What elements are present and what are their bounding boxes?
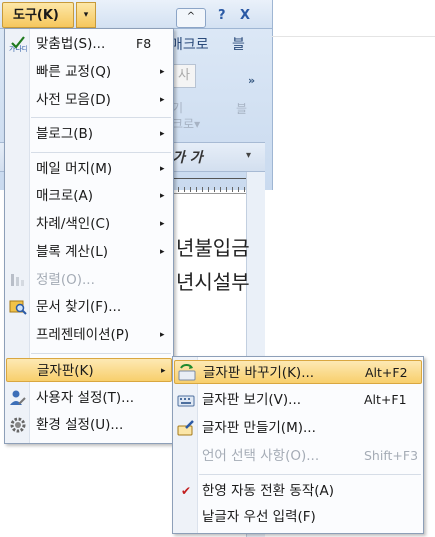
- font-style-buttons[interactable]: 가 가: [172, 147, 203, 167]
- menu-item-shortcut: F8: [136, 36, 152, 51]
- submenu-arrow-icon: ▸: [160, 164, 165, 174]
- menu-item-label: 환경 설정(U)...: [36, 417, 124, 433]
- keyboard-switch-icon: [178, 364, 196, 382]
- keyboard-layout-submenu: 글자판 바꾸기(K)... Alt+F2 글자판 보기(V)... Alt+F1…: [172, 356, 424, 534]
- menu-item-label: 매크로(A): [36, 188, 94, 204]
- menu-separator: [31, 353, 171, 354]
- menu-item-user-settings[interactable]: 사용자 설정(T)...: [6, 386, 172, 410]
- user-settings-icon: [9, 389, 27, 407]
- submenu-item-label: 글자판 만들기(M)...: [202, 420, 316, 436]
- menu-item-preferences[interactable]: 환경 설정(U)...: [6, 413, 172, 437]
- toolbar-overflow-icon[interactable]: ▾: [246, 150, 251, 161]
- menu-item-quick-correct[interactable]: 빠른 교정(Q) ▸: [6, 60, 172, 84]
- submenu-item-label: 글자판 바꾸기(K)...: [203, 365, 315, 381]
- sort-icon: [9, 271, 27, 289]
- close-button[interactable]: X: [240, 8, 250, 23]
- menu-item-toc-index[interactable]: 차례/색인(C) ▸: [6, 212, 172, 236]
- submenu-item-shortcut: Alt+F2: [365, 365, 408, 380]
- menu-item-label: 차례/색인(C): [36, 216, 111, 232]
- menu-item-label: 블록 계산(L): [36, 244, 109, 260]
- submenu-arrow-icon: ▸: [160, 95, 165, 105]
- menu-separator: [31, 152, 171, 153]
- chevron-down-icon: ▾: [83, 10, 89, 20]
- chevron-up-icon: ^: [186, 11, 196, 22]
- submenu-item-shortcut: Alt+F1: [364, 392, 407, 407]
- ribbon-side-dim-label: 블: [236, 102, 248, 116]
- menu-item-block-calc[interactable]: 블록 계산(L) ▸: [6, 240, 172, 264]
- tools-dropdown-button[interactable]: ▾: [76, 2, 96, 28]
- submenu-item-language-options: 언어 선택 사항(O)... Shift+F3: [174, 444, 422, 468]
- menu-item-label: 프레젠테이션(P): [36, 327, 130, 343]
- macro-disabled-label: 기 크로▾: [172, 100, 200, 132]
- submenu-arrow-icon: ▸: [160, 219, 165, 229]
- submenu-item-label: 한영 자동 전환 동작(A): [202, 483, 335, 499]
- menu-item-label: 맞춤법(S)...: [36, 36, 106, 52]
- menu-item-label: 빠른 교정(Q): [36, 64, 112, 80]
- find-document-icon: [9, 298, 27, 316]
- submenu-arrow-icon: ▸: [160, 330, 165, 340]
- submenu-item-label: 글자판 보기(V)...: [202, 392, 302, 408]
- macro-icon[interactable]: 사: [172, 64, 196, 88]
- macro-dim-line: 기: [172, 101, 184, 115]
- tools-dropdown-menu: 가나다 맞춤법(S)... F8 빠른 교정(Q) ▸ 사전 모음(D) ▸ 블…: [4, 28, 174, 444]
- submenu-arrow-icon: ▸: [161, 366, 166, 376]
- help-button[interactable]: ?: [218, 8, 226, 23]
- submenu-arrow-icon: ▸: [160, 191, 165, 201]
- menu-item-sort: 정렬(O)...: [6, 268, 172, 292]
- menu-item-label: 블로그(B): [36, 126, 94, 142]
- menu-item-dictionary[interactable]: 사전 모음(D) ▸: [6, 88, 172, 112]
- keyboard-edit-icon: [177, 419, 195, 437]
- ribbon-expand-icon[interactable]: »: [248, 74, 255, 87]
- menu-item-keyboard-layout[interactable]: 글자판(K) ▸: [6, 358, 172, 382]
- submenu-item-auto-switch[interactable]: ✔ 한영 자동 전환 동작(A): [174, 479, 422, 503]
- submenu-item-view-layout[interactable]: 글자판 보기(V)... Alt+F1: [174, 388, 422, 412]
- menu-item-macro[interactable]: 매크로(A) ▸: [6, 184, 172, 208]
- submenu-item-change-layout[interactable]: 글자판 바꾸기(K)... Alt+F2: [174, 360, 422, 384]
- menu-item-mail-merge[interactable]: 메일 머지(M) ▸: [6, 157, 172, 181]
- keyboard-icon: [177, 391, 195, 409]
- checkmark-icon: ✔: [180, 484, 192, 498]
- menu-item-spellcheck[interactable]: 가나다 맞춤법(S)... F8: [6, 32, 172, 56]
- gear-icon: [9, 416, 27, 434]
- submenu-arrow-icon: ▸: [160, 67, 165, 77]
- menu-item-presentation[interactable]: 프레젠테이션(P) ▸: [6, 323, 172, 347]
- ribbon-group-side-label: 블: [232, 37, 245, 53]
- menu-item-label: 메일 머지(M): [36, 161, 113, 177]
- menu-item-find-document[interactable]: 문서 찾기(F)...: [6, 295, 172, 319]
- document-text-line: 년불입금: [176, 236, 250, 260]
- menu-item-label: 정렬(O)...: [36, 272, 95, 288]
- menu-separator: [31, 117, 171, 118]
- submenu-item-shortcut: Shift+F3: [364, 448, 419, 463]
- submenu-arrow-icon: ▸: [160, 129, 165, 139]
- submenu-item-label: 언어 선택 사항(O)...: [202, 448, 320, 464]
- submenu-item-create-layout[interactable]: 글자판 만들기(M)...: [174, 416, 422, 440]
- submenu-item-label: 낱글자 우선 입력(F): [202, 509, 316, 525]
- document-text-line: 년시설부: [176, 270, 250, 294]
- menu-item-label: 문서 찾기(F)...: [36, 299, 122, 315]
- menu-item-label: 사용자 설정(T)...: [36, 390, 135, 406]
- menu-item-label: 사전 모음(D): [36, 92, 111, 108]
- menu-item-blog[interactable]: 블로그(B) ▸: [6, 122, 172, 146]
- menu-separator: [199, 474, 421, 475]
- submenu-arrow-icon: ▸: [160, 247, 165, 257]
- collapse-ribbon-button[interactable]: ^: [176, 8, 206, 28]
- tools-menu-button[interactable]: 도구(K): [2, 2, 74, 28]
- spellcheck-icon: 가나다: [9, 35, 29, 53]
- macro-dim-line: 크로▾: [172, 117, 201, 131]
- divider: [272, 36, 435, 37]
- ribbon-group-macro-label: 매크로: [170, 37, 209, 53]
- horizontal-ruler: [172, 178, 247, 194]
- menu-item-label: 글자판(K): [37, 363, 94, 379]
- submenu-item-single-char-input[interactable]: 낱글자 우선 입력(F): [174, 505, 422, 529]
